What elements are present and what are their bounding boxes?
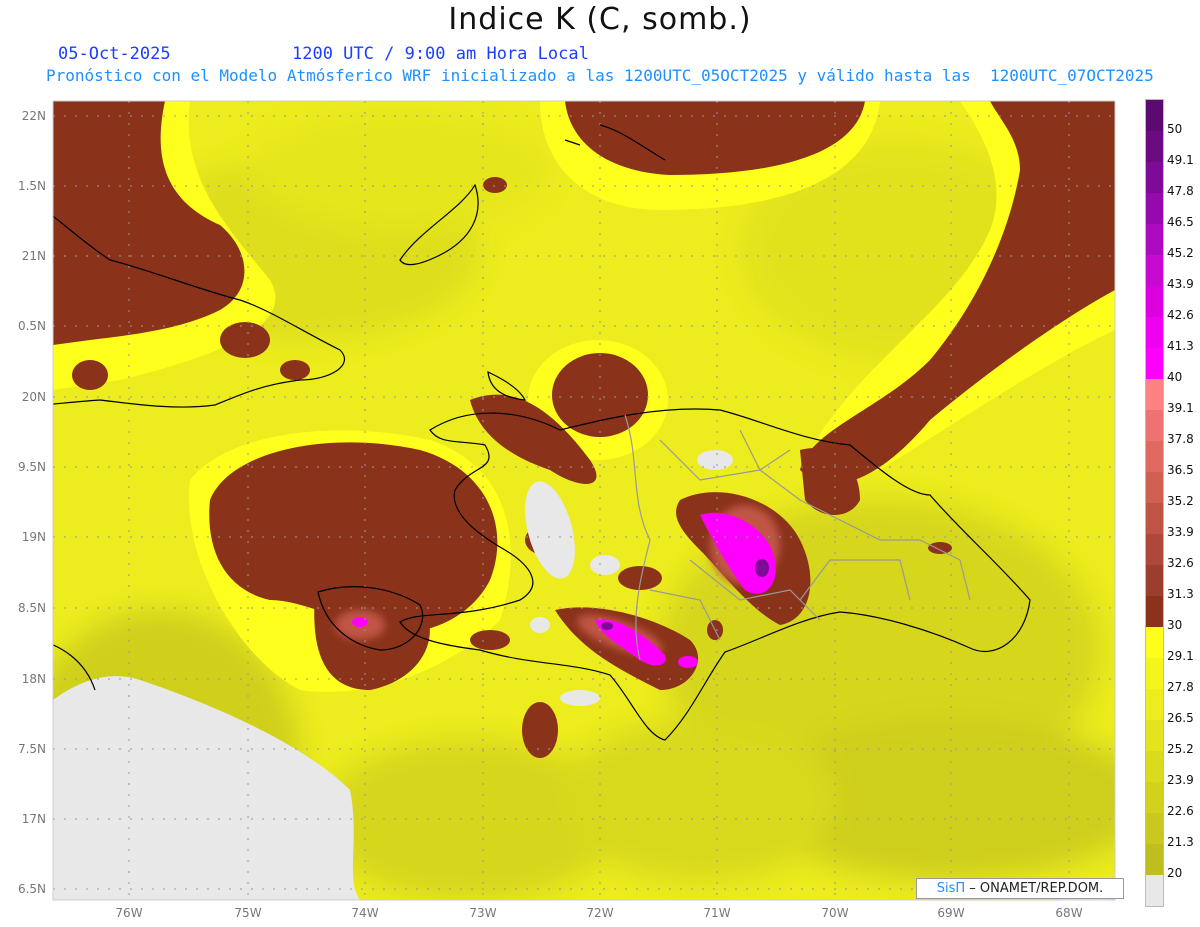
colorbar-segment — [1146, 875, 1163, 906]
colorbar-label: 43.9 — [1167, 277, 1194, 291]
credit-text: – ONAMET/REP.DOM. — [965, 881, 1104, 896]
colorbar-label: 36.5 — [1167, 463, 1194, 477]
colorbar-label: 26.5 — [1167, 711, 1194, 725]
lat-label: 19N — [21, 530, 46, 544]
colorbar-segment — [1146, 162, 1163, 193]
colorbar-label: 50 — [1167, 122, 1183, 136]
colorbar-segment — [1146, 472, 1163, 503]
lat-label: 18N — [21, 672, 46, 686]
lon-label: 72W — [586, 906, 614, 920]
colorbar-segment — [1146, 782, 1163, 813]
colorbar — [1145, 99, 1164, 907]
colorbar-segment — [1146, 348, 1163, 379]
colorbar-label: 42.6 — [1167, 308, 1194, 322]
colorbar-segment — [1146, 255, 1163, 286]
colorbar-label: 47.8 — [1167, 184, 1194, 198]
colorbar-segment — [1146, 410, 1163, 441]
colorbar-segment — [1146, 534, 1163, 565]
colorbar-segment — [1146, 627, 1163, 658]
colorbar-label: 45.2 — [1167, 246, 1194, 260]
lon-label: 73W — [469, 906, 497, 920]
colorbar-label: 22.6 — [1167, 804, 1194, 818]
lat-label: 7.5N — [17, 742, 46, 756]
colorbar-label: 37.8 — [1167, 432, 1194, 446]
lat-label: 8.5N — [17, 601, 46, 615]
lon-label: 69W — [937, 906, 965, 920]
colorbar-label: 25.2 — [1167, 742, 1194, 756]
lon-label: 74W — [351, 906, 379, 920]
colorbar-label: 30 — [1167, 618, 1183, 632]
colorbar-segment — [1146, 658, 1163, 689]
lon-label: 76W — [115, 906, 143, 920]
colorbar-label: 27.8 — [1167, 680, 1194, 694]
lat-label: 22N — [21, 109, 46, 123]
lon-label: 70W — [821, 906, 849, 920]
colorbar-segment — [1146, 720, 1163, 751]
lon-label: 71W — [703, 906, 731, 920]
colorbar-segment — [1146, 317, 1163, 348]
colorbar-segment — [1146, 193, 1163, 224]
colorbar-label: 40 — [1167, 370, 1183, 384]
lon-label: 68W — [1055, 906, 1083, 920]
colorbar-label: 49.1 — [1167, 153, 1194, 167]
colorbar-segment — [1146, 751, 1163, 782]
colorbar-segment — [1146, 131, 1163, 162]
colorbar-label: 29.1 — [1167, 649, 1194, 663]
sispi-logo: SisΠ — [936, 881, 966, 896]
colorbar-label: 31.3 — [1167, 587, 1194, 601]
colorbar-label: 32.6 — [1167, 556, 1194, 570]
colorbar-segment — [1146, 441, 1163, 472]
colorbar-segment — [1146, 813, 1163, 844]
colorbar-label: 21.3 — [1167, 835, 1194, 849]
colorbar-segment — [1146, 224, 1163, 255]
lat-label: 9.5N — [17, 460, 46, 474]
colorbar-segment — [1146, 379, 1163, 410]
colorbar-label: 46.5 — [1167, 215, 1194, 229]
colorbar-segment — [1146, 565, 1163, 596]
colorbar-label: 20 — [1167, 866, 1183, 880]
colorbar-segment — [1146, 286, 1163, 317]
lat-label: 17N — [21, 812, 46, 826]
colorbar-segment — [1146, 100, 1163, 131]
lat-label: 1.5N — [17, 179, 46, 193]
lat-label: 21N — [21, 249, 46, 263]
credit-box: SisΠ – ONAMET/REP.DOM. — [916, 878, 1124, 899]
lat-label: 6.5N — [17, 882, 46, 896]
colorbar-segment — [1146, 689, 1163, 720]
colorbar-label: 33.9 — [1167, 525, 1194, 539]
colorbar-segment — [1146, 844, 1163, 875]
lat-label: 0.5N — [17, 319, 46, 333]
lon-label: 75W — [234, 906, 262, 920]
colorbar-segment — [1146, 596, 1163, 627]
lat-label: 20N — [21, 390, 46, 404]
colorbar-label: 39.1 — [1167, 401, 1194, 415]
colorbar-label: 41.3 — [1167, 339, 1194, 353]
colorbar-segment — [1146, 503, 1163, 534]
colorbar-label: 35.2 — [1167, 494, 1194, 508]
k-index-map — [52, 100, 1116, 901]
colorbar-label: 23.9 — [1167, 773, 1194, 787]
